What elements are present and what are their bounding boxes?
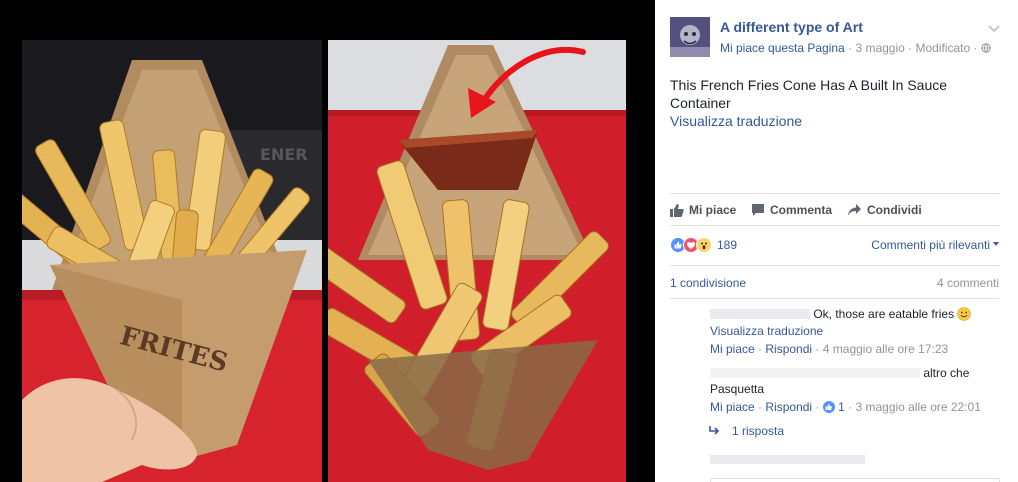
divider — [670, 265, 999, 266]
comment-sort-dropdown[interactable]: Commenti più rilevanti — [871, 238, 999, 252]
like-page-link[interactable]: Mi piace questa Pagina — [720, 41, 845, 55]
photo-viewer: ENER FRITES — [0, 0, 655, 482]
redacted-author — [710, 309, 810, 319]
meta-separator: · — [908, 41, 916, 55]
reactions-summary[interactable]: 189 — [670, 236, 737, 254]
comment-button[interactable]: Commenta — [751, 199, 832, 221]
divider — [670, 298, 999, 299]
comment-bubble-icon — [752, 204, 764, 216]
post-side-panel: A different type of Art Mi piace questa … — [655, 0, 1018, 482]
share-button[interactable]: Condividi — [847, 199, 922, 221]
thumbs-up-icon — [670, 204, 684, 217]
meta-separator: · — [815, 342, 823, 356]
fries-cone-hand-image: ENER FRITES — [22, 40, 322, 482]
reply-arrow-icon — [709, 426, 720, 435]
edited-label[interactable]: Modificato — [916, 41, 971, 55]
see-translation-link[interactable]: Visualizza traduzione — [710, 324, 1000, 338]
comment-body: altro che — [923, 366, 970, 380]
photo-fries-cone-in-hand[interactable]: ENER FRITES — [22, 40, 322, 482]
meta-separator: · — [815, 400, 823, 414]
post-date[interactable]: 3 maggio — [855, 41, 904, 55]
comment-like-count[interactable]: 1 — [838, 400, 845, 414]
comment-like-link[interactable]: Mi piace — [710, 400, 755, 414]
view-replies-link[interactable]: 1 risposta — [708, 424, 784, 438]
comment-text: altro che — [710, 366, 1000, 380]
comment-like-link[interactable]: Mi piace — [710, 342, 755, 356]
sign-text: ENER — [260, 145, 308, 164]
page-name-link[interactable]: A different type of Art — [720, 19, 863, 35]
reaction-count[interactable]: 189 — [717, 238, 737, 252]
meta-separator: · — [973, 41, 981, 55]
comment-text: Ok, those are eatable fries — [710, 307, 1000, 321]
replies-count: 1 risposta — [732, 424, 785, 438]
chevron-down-icon[interactable] — [986, 20, 1002, 36]
see-translation-link[interactable]: Visualizza traduzione — [670, 113, 802, 129]
share-label: Condividi — [867, 203, 922, 217]
globe-icon — [981, 43, 991, 53]
divider — [670, 225, 999, 226]
share-count-link[interactable]: 1 condivisione — [670, 276, 746, 290]
like-button[interactable]: Mi piace — [670, 199, 736, 221]
comment-meta: Mi piace · Rispondi · 1 · 3 maggio alle … — [710, 400, 1000, 414]
comment-body: Ok, those are eatable fries — [813, 307, 955, 321]
wow-reaction-icon — [696, 237, 712, 253]
comment-reply-link[interactable]: Rispondi — [765, 400, 812, 414]
page-avatar[interactable] — [670, 17, 710, 57]
post-text: This French Fries Cone Has A Built In Sa… — [670, 77, 948, 111]
divider — [670, 193, 999, 194]
redacted-author — [710, 368, 920, 378]
write-comment-input[interactable] — [710, 478, 1000, 482]
comment-reply-link[interactable]: Rispondi — [765, 342, 812, 356]
post-actions: Mi piace Commenta Condividi — [670, 199, 999, 221]
photo-fries-cone-with-sauce[interactable] — [328, 40, 626, 482]
share-arrow-icon — [848, 204, 861, 216]
smiley-emoji-icon — [957, 307, 972, 321]
comment-label: Commenta — [770, 203, 833, 217]
post-meta: Mi piace questa Pagina · 3 maggio · Modi… — [720, 41, 991, 55]
like-count-icon — [822, 401, 835, 413]
comment-time[interactable]: 4 maggio alle ore 17:23 — [823, 342, 948, 356]
comment-meta: Mi piace · Rispondi · 4 maggio alle ore … — [710, 342, 1000, 356]
fries-cone-sauce-image — [328, 40, 626, 482]
comment-time[interactable]: 3 maggio alle ore 22:01 — [855, 400, 980, 414]
comment-body-continued: Pasquetta — [710, 382, 765, 396]
comment-count-link[interactable]: 4 commenti — [937, 276, 999, 290]
truncated-comment — [710, 455, 865, 464]
like-label: Mi piace — [689, 203, 737, 217]
